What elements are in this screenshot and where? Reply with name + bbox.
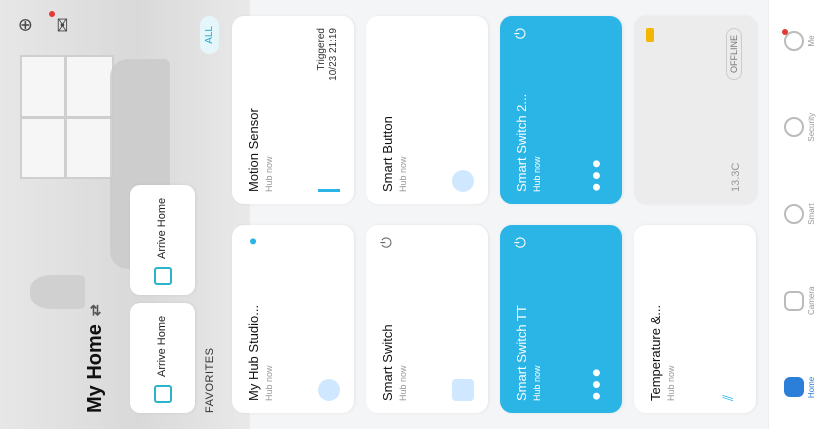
scene-icon xyxy=(153,385,172,403)
power-icon[interactable]: ⏻ xyxy=(378,237,395,248)
switch-icon xyxy=(452,379,474,401)
favorites-label: FAVORITES xyxy=(203,347,216,413)
nav-label: Smart xyxy=(807,203,816,225)
device-sub: Hub now xyxy=(532,156,542,192)
device-name: Smart Button xyxy=(380,116,395,192)
battery-low-icon xyxy=(646,28,654,42)
phone-screen: ⊕ ✉ My Home ⇄ Arrive Home Arrive Home FA… xyxy=(0,0,831,429)
camera-icon xyxy=(784,290,804,311)
nav-home[interactable]: Home xyxy=(784,377,816,398)
device-card-hub[interactable]: My Hub Studio... Hub now ● xyxy=(232,225,354,413)
device-name: Temperature &... xyxy=(648,304,663,401)
device-card-temperature[interactable]: Temperature &... Hub now ⫽ xyxy=(634,225,756,413)
device-sub: Hub now xyxy=(264,365,274,401)
more-icon[interactable]: ●●● xyxy=(588,157,606,192)
device-name: My Hub Studio... xyxy=(246,304,261,401)
motion-sensor-icon xyxy=(318,179,340,192)
add-circle-icon[interactable]: ⊕ xyxy=(14,14,36,36)
device-name: Smart Switch 2... xyxy=(514,93,529,192)
scene-card-2[interactable]: Arrive Home xyxy=(130,185,195,295)
scene-card-1[interactable]: Arrive Home xyxy=(130,303,195,413)
power-icon[interactable]: ⏻ xyxy=(512,28,529,39)
notification-dot xyxy=(782,28,788,35)
device-sub: Hub now xyxy=(666,365,676,401)
device-card-switch-2[interactable]: Smart Switch 2... Hub now ●●● ⏻ xyxy=(500,16,622,204)
home-title[interactable]: My Home ⇄ xyxy=(84,304,107,413)
device-card-switch-tt[interactable]: Smart Switch TT Hub now ●●● ⏻ xyxy=(500,225,622,413)
power-icon[interactable]: ⏻ xyxy=(512,237,529,248)
nav-label: Me xyxy=(807,35,816,47)
top-icons: ⊕ ✉ xyxy=(14,11,74,36)
window-shape xyxy=(20,55,114,179)
thermometer-icon: ⫽ xyxy=(720,394,736,401)
all-button[interactable]: ALL xyxy=(200,16,219,54)
scene-icon xyxy=(153,267,172,285)
more-icon[interactable]: ●●● xyxy=(588,366,606,401)
device-card-offline[interactable]: 13.3C OFFLINE xyxy=(634,16,756,204)
device-card-button[interactable]: Smart Button Hub now xyxy=(366,16,488,204)
device-card-switch[interactable]: Smart Switch Hub now ⏻ xyxy=(366,225,488,413)
nav-camera[interactable]: Camera xyxy=(784,287,816,315)
device-name: Motion Sensor xyxy=(246,108,261,192)
nav-label: Home xyxy=(807,376,816,399)
hub-icon xyxy=(318,379,340,401)
app-stage: ⊕ ✉ My Home ⇄ Arrive Home Arrive Home FA… xyxy=(0,0,831,429)
offline-badge: OFFLINE xyxy=(726,28,742,81)
device-sub: Hub now xyxy=(264,156,274,192)
device-name: Smart Switch TT xyxy=(514,305,529,401)
scene-label: Arrive Home xyxy=(156,197,168,259)
swap-icon[interactable]: ⇄ xyxy=(87,304,104,316)
device-name: Smart Switch xyxy=(380,324,395,401)
scene-label: Arrive Home xyxy=(156,315,168,377)
device-sub: Hub now xyxy=(398,156,408,192)
motion-status: Triggered 10/23 21:19 xyxy=(316,28,339,81)
home-icon xyxy=(784,377,804,398)
smart-icon xyxy=(784,204,804,225)
profile-icon xyxy=(782,28,804,51)
nav-label: Camera xyxy=(807,286,816,315)
device-sub: Hub now xyxy=(398,365,408,401)
page-title: My Home xyxy=(84,324,106,413)
nav-label: Security xyxy=(807,112,816,142)
lamp-shape xyxy=(30,275,85,309)
button-icon xyxy=(452,170,474,192)
nav-smart[interactable]: Smart xyxy=(784,203,816,225)
notification-dot xyxy=(49,11,55,17)
hub-status-icon: ● xyxy=(244,237,260,246)
message-icon[interactable]: ✉ xyxy=(49,11,74,36)
nav-me[interactable]: Me xyxy=(782,28,816,51)
bottom-nav: Home Camera Smart Security Me xyxy=(768,0,831,429)
nav-security[interactable]: Security xyxy=(784,113,816,142)
temperature-value: 13.3C xyxy=(730,162,742,192)
favorites-row: FAVORITES ALL xyxy=(200,16,219,413)
security-icon xyxy=(784,117,804,138)
device-sub: Hub now xyxy=(532,365,542,401)
device-card-motion[interactable]: Motion Sensor Hub now Triggered 10/23 21… xyxy=(232,16,354,204)
